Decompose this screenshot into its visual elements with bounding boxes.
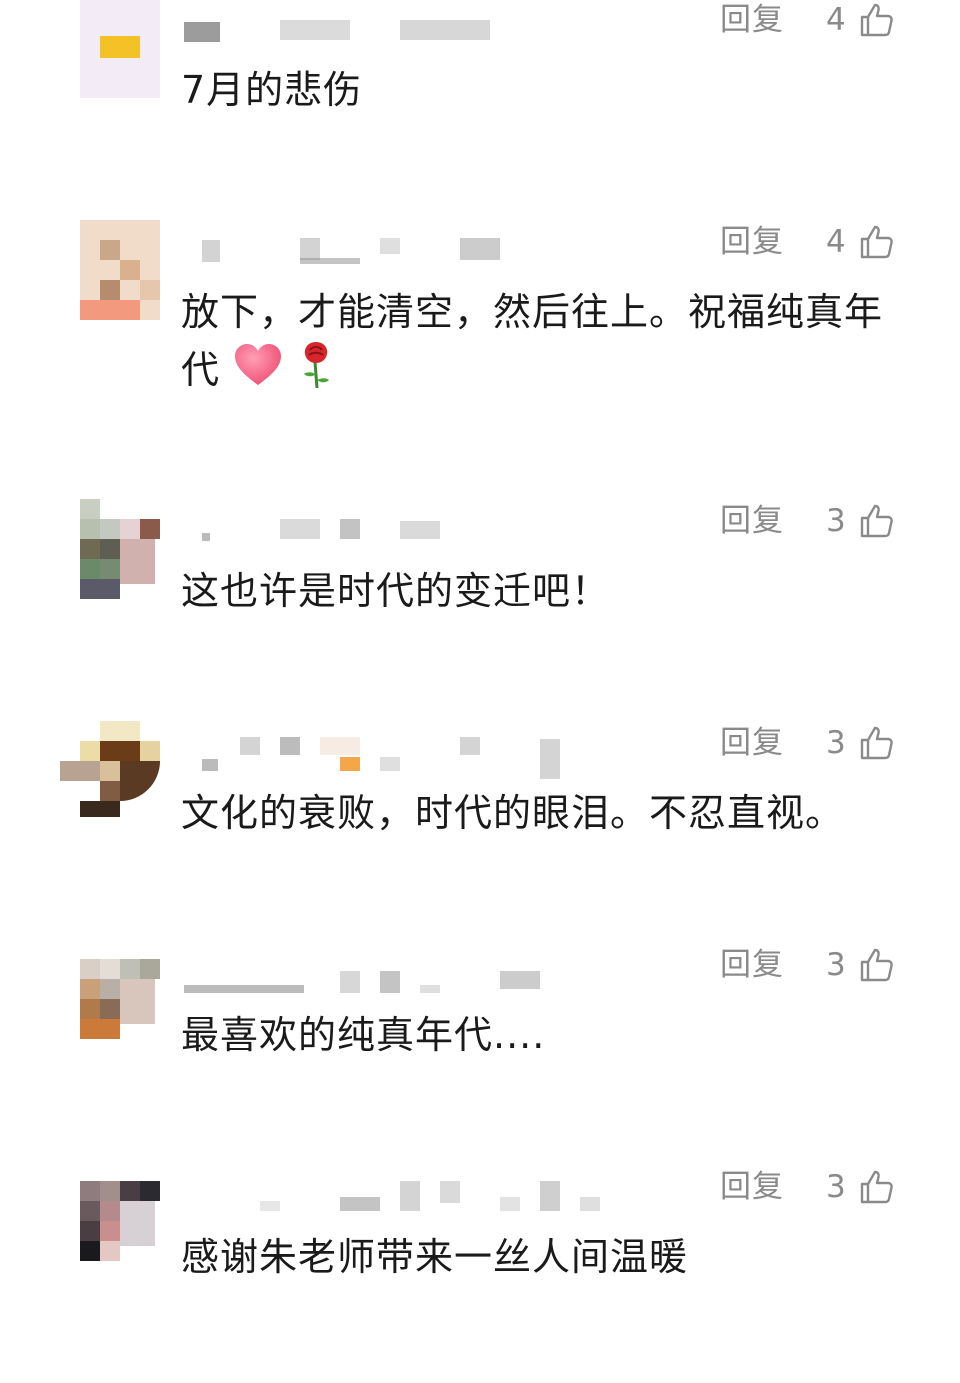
like-count: 4 <box>826 2 846 38</box>
comment-text: 文化的衰败，时代的眼泪。不忍直视。 <box>181 785 911 841</box>
comment-item: 回复 3 这也许是时代的变迁吧！ <box>0 499 960 699</box>
username-blurred[interactable] <box>180 511 580 541</box>
like-count: 3 <box>826 725 846 761</box>
username-blurred[interactable] <box>180 1177 600 1211</box>
like-count: 3 <box>826 503 846 539</box>
avatar[interactable] <box>80 943 160 1043</box>
thumbs-up-icon <box>860 225 893 259</box>
username-blurred[interactable] <box>180 16 580 46</box>
reply-button[interactable]: 回复 <box>720 499 784 543</box>
comment-body: 感谢朱老师带来一丝人间温暖 <box>181 1235 689 1279</box>
thumbs-up-icon <box>860 504 893 538</box>
comment-text: 这也许是时代的变迁吧！ <box>181 563 911 619</box>
username-blurred[interactable] <box>180 232 580 264</box>
like-button[interactable]: 3 <box>826 1165 894 1209</box>
comment-text: 最喜欢的纯真年代.... <box>181 1007 911 1063</box>
comment-body: 放下，才能清空，然后往上。祝福纯真年代 <box>181 290 884 392</box>
rose-icon <box>296 340 336 405</box>
comment-text: 7月的悲伤 <box>181 62 911 118</box>
thumbs-up-icon <box>860 1170 893 1204</box>
avatar[interactable] <box>80 1165 160 1265</box>
comment-body: 这也许是时代的变迁吧！ <box>181 569 611 613</box>
like-count: 4 <box>826 224 846 260</box>
comment-text: 感谢朱老师带来一丝人间温暖 <box>181 1229 911 1285</box>
avatar[interactable] <box>80 220 160 320</box>
like-count: 3 <box>826 1169 846 1205</box>
heart-icon <box>233 343 283 402</box>
comment-item: 回复 3 文化的衰败，时代的眼泪。不忍直视。 <box>0 721 960 921</box>
comment-item: 回复 3 最喜欢的纯真年代.... <box>0 943 960 1143</box>
comment-item: 回复 4 放下，才能清空，然后往上。祝福纯真年代 <box>0 220 960 420</box>
thumbs-up-icon <box>860 726 893 760</box>
reply-button[interactable]: 回复 <box>720 943 784 987</box>
username-blurred[interactable] <box>180 955 580 993</box>
avatar[interactable] <box>80 0 160 98</box>
comment-body: 7月的悲伤 <box>181 68 363 112</box>
thumbs-up-icon <box>860 3 893 37</box>
comment-item: 回复 3 感谢朱老师带来一丝人间温暖 <box>0 1165 960 1365</box>
like-button[interactable]: 3 <box>826 499 894 543</box>
like-button[interactable]: 4 <box>826 220 894 264</box>
like-button[interactable]: 4 <box>826 0 894 42</box>
like-count: 3 <box>826 947 846 983</box>
comment-item: 回复 4 7月的悲伤 <box>0 0 960 198</box>
avatar[interactable] <box>80 499 160 599</box>
like-button[interactable]: 3 <box>826 721 894 765</box>
like-button[interactable]: 3 <box>826 943 894 987</box>
comment-body: 文化的衰败，时代的眼泪。不忍直视。 <box>181 791 845 835</box>
reply-button[interactable]: 回复 <box>720 220 784 264</box>
reply-button[interactable]: 回复 <box>720 0 784 42</box>
thumbs-up-icon <box>860 948 893 982</box>
comment-body: 最喜欢的纯真年代.... <box>181 1013 546 1057</box>
reply-button[interactable]: 回复 <box>720 1165 784 1209</box>
comment-text: 放下，才能清空，然后往上。祝福纯真年代 <box>181 284 911 405</box>
username-blurred[interactable] <box>180 733 580 779</box>
avatar[interactable] <box>60 721 160 821</box>
reply-button[interactable]: 回复 <box>720 721 784 765</box>
